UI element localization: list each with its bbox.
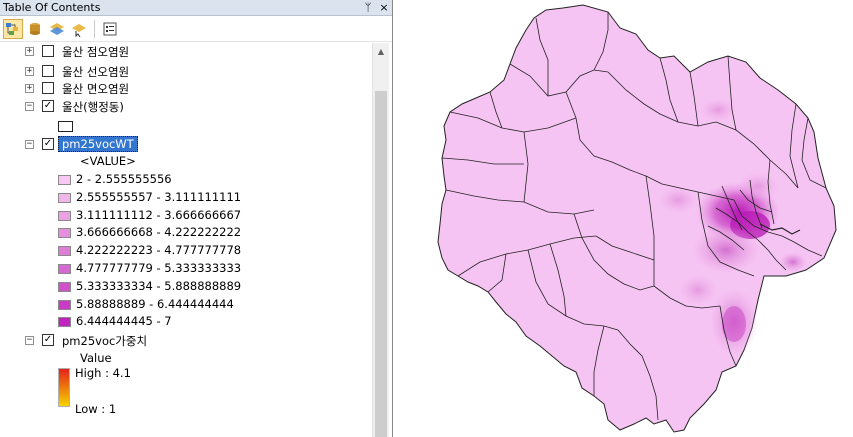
panel-title: Table Of Contents [3,1,101,14]
layer-checkbox[interactable] [42,65,54,77]
class-color-swatch[interactable] [58,192,71,203]
ramp-high-label: High : 4.1 [75,366,131,380]
collapse-icon[interactable]: − [25,336,34,345]
expand-icon[interactable]: + [25,47,34,56]
toc-toolbar [0,16,392,42]
class-range-label: 4.222222223 - 4.777777778 [76,243,242,258]
class-range-label: 3.666666668 - 4.222222222 [76,225,242,240]
list-by-visibility-icon[interactable] [47,19,67,39]
class-range-label: 5.88888889 - 6.444444444 [76,296,234,311]
class-color-swatch[interactable] [58,299,71,310]
layer-checkbox[interactable]: ✓ [42,334,54,346]
pin-icon[interactable]: ᛘ [360,1,376,15]
class-color-swatch[interactable] [58,210,71,221]
layer-checkbox[interactable]: ✓ [42,100,54,112]
layer-row-point-sources[interactable]: + 울산 점오염원 [0,43,372,60]
concentration-hotspot [779,252,807,272]
expand-icon[interactable]: + [25,84,34,93]
concentration-hotspot [658,186,698,214]
layer-label-selected[interactable]: pm25vocWT [58,136,138,152]
map-view[interactable] [398,0,853,437]
polygon-symbol-swatch[interactable] [58,121,73,132]
class-color-swatch[interactable] [58,281,71,292]
color-ramp-swatch[interactable] [58,368,70,407]
close-icon[interactable]: × [376,1,392,15]
expand-icon[interactable]: + [25,67,34,76]
layer-row-pm25voc-weight[interactable]: − ✓ pm25voc가중치 [0,332,372,349]
toolbar-separator [94,19,95,38]
layer-checkbox[interactable] [42,45,54,57]
layer-label[interactable]: 울산(행정동) [62,99,124,115]
class-range-label: 5.333333334 - 5.888888889 [76,278,242,293]
value-header: <VALUE> [80,154,136,168]
panel-title-bar: Table Of Contents ᛘ × [0,0,392,16]
list-by-selection-icon[interactable] [69,19,89,39]
scroll-up-icon[interactable]: ▲ [373,43,389,60]
scrollbar-thumb[interactable] [375,91,387,437]
map-canvas[interactable] [398,0,853,437]
table-of-contents-panel: Table Of Contents ᛘ × + 울산 점오염원 + 울산 선오염… [0,0,393,437]
class-color-swatch[interactable] [58,246,71,257]
class-color-swatch[interactable] [58,264,71,274]
list-by-source-icon[interactable] [25,19,45,39]
layer-label[interactable]: pm25voc가중치 [62,333,147,349]
toc-scrollbar[interactable]: ▲ [372,43,389,437]
class-range-label: 2.555555557 - 3.111111111 [76,189,242,204]
options-icon[interactable] [100,19,120,39]
ramp-low-label: Low : 1 [75,402,117,416]
layer-label[interactable]: 울산 점오염원 [62,44,129,60]
concentration-hotspot [736,172,780,200]
layer-row-area-sources[interactable]: + 울산 면오염원 [0,80,372,97]
class-color-swatch[interactable] [58,317,71,328]
layer-label[interactable]: 울산 면오염원 [62,81,129,97]
class-color-swatch[interactable] [58,175,71,185]
class-color-swatch[interactable] [58,228,71,239]
layer-row-line-sources[interactable]: + 울산 선오염원 [0,63,372,80]
layer-row-pm25vocwt[interactable]: − ✓ pm25vocWT [0,136,372,153]
class-range-label: 4.777777779 - 5.333333333 [76,261,242,275]
list-by-drawing-order-icon[interactable] [3,18,23,39]
layer-label[interactable]: 울산 선오염원 [62,64,129,80]
class-range-label: 6.444444445 - 7 [76,314,172,329]
class-range-label: 2 - 2.555555556 [76,172,172,186]
layer-checkbox[interactable]: ✓ [42,138,54,150]
layer-row-admin-dong[interactable]: − ✓ 울산(행정동) [0,98,372,115]
layer-checkbox[interactable] [42,82,54,94]
value-header: Value [80,351,112,365]
concentration-hotspot [700,98,736,122]
concentration-hotspot [678,274,718,306]
collapse-icon[interactable]: − [25,140,34,149]
collapse-icon[interactable]: − [25,102,34,111]
toc-layer-list: + 울산 점오염원 + 울산 선오염원 + 울산 면오염원 − ✓ 울산(행정동… [0,43,372,437]
class-range-label: 3.111111112 - 3.666666667 [76,207,242,222]
